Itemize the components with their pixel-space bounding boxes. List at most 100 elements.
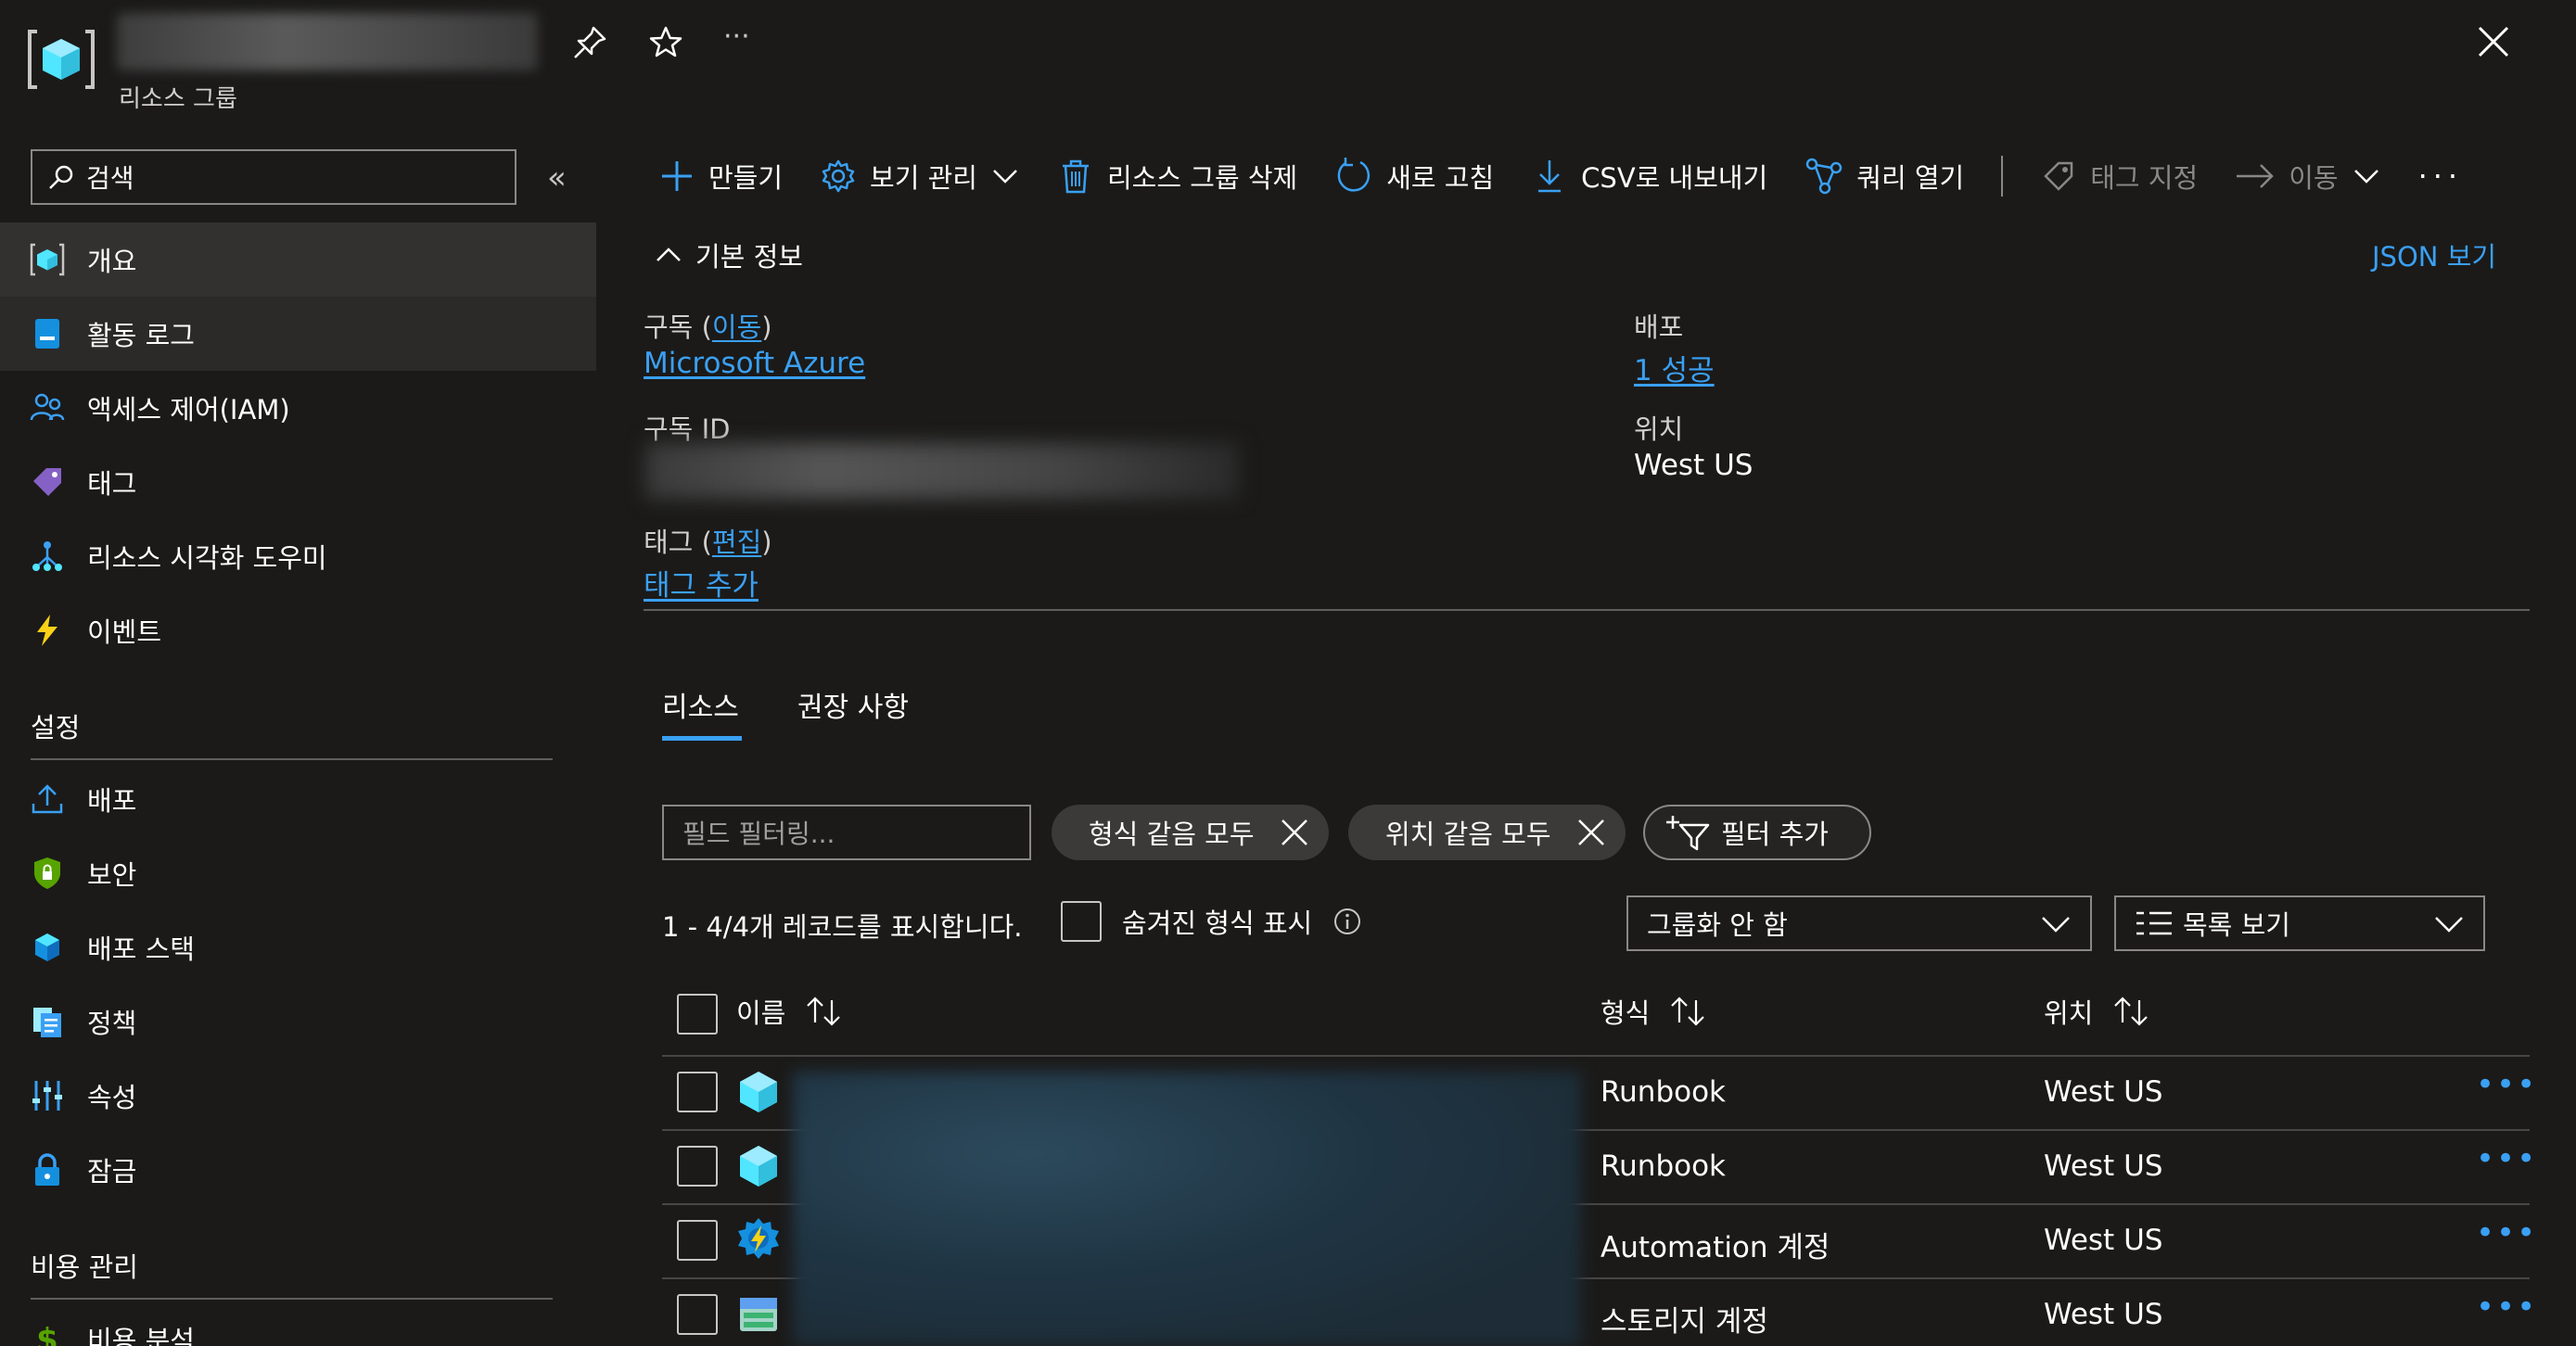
sidebar-item-properties[interactable]: 속성 — [0, 1059, 596, 1133]
create-button[interactable]: 만들기 — [658, 157, 783, 196]
pin-icon[interactable] — [571, 24, 608, 61]
sidebar-item-overview[interactable]: 개요 — [0, 222, 596, 297]
subscription-link[interactable]: Microsoft Azure — [644, 347, 865, 380]
show-hidden-types-toggle[interactable]: 숨겨진 형식 표시 — [1061, 901, 1362, 942]
sidebar-item-locks[interactable]: 잠금 — [0, 1133, 596, 1207]
subscription-label: 구독 (이동) — [644, 311, 772, 343]
close-icon[interactable] — [1279, 817, 1310, 848]
row-checkbox[interactable] — [677, 1294, 718, 1335]
row-location: West US — [2044, 1075, 2163, 1109]
row-location: West US — [2044, 1298, 2163, 1331]
refresh-button[interactable]: 새로 고침 — [1334, 157, 1494, 196]
toolbar-more-icon[interactable]: ··· — [2418, 159, 2464, 194]
command-bar: 만들기 보기 관리 리소스 그룹 삭제 새로 고침 CSV로 내보내기 쿼리 열… — [658, 148, 2463, 204]
sidebar-item-tags[interactable]: 태그 — [0, 445, 596, 519]
refresh-icon — [1334, 157, 1373, 196]
row-location: West US — [2044, 1224, 2163, 1257]
subscription-id-label: 구독 ID — [644, 413, 731, 445]
row-more-icon[interactable]: ••• — [2476, 1140, 2537, 1177]
svg-text:$: $ — [36, 1322, 58, 1346]
column-header-location[interactable]: 위치 — [2044, 992, 2152, 1031]
column-header-name[interactable]: 이름 — [736, 992, 845, 1031]
show-hidden-checkbox[interactable] — [1061, 901, 1102, 942]
lightning-icon — [30, 613, 65, 648]
add-filter-button[interactable]: 필터 추가 — [1643, 805, 1871, 860]
toolbar-separator — [2001, 156, 2004, 197]
tags-edit-link[interactable]: 편집 — [712, 527, 761, 558]
chevron-down-icon — [2040, 908, 2072, 939]
section-cost-management-title: 비용 관리 — [31, 1251, 138, 1283]
select-all-checkbox[interactable] — [677, 994, 718, 1035]
divider — [31, 1298, 553, 1300]
sidebar-item-deployment-stacks[interactable]: 배포 스택 — [0, 910, 596, 984]
automation-account-icon — [736, 1216, 781, 1261]
row-checkbox[interactable] — [677, 1220, 718, 1261]
runbook-icon — [738, 1070, 779, 1114]
row-type: Automation 계정 — [1600, 1231, 1830, 1264]
sidebar-item-cost-analysis[interactable]: $ 비용 분석 — [0, 1302, 596, 1346]
sidebar-item-events[interactable]: 이벤트 — [0, 593, 596, 667]
resource-names-redacted — [793, 1072, 1581, 1346]
manage-view-button[interactable]: 보기 관리 — [820, 157, 1020, 196]
divider — [31, 758, 553, 760]
tab-active-indicator — [662, 736, 742, 741]
deployment-link[interactable]: 1 성공 — [1634, 347, 1715, 388]
field-filter-input[interactable]: 필드 필터링... — [662, 805, 1031, 860]
sidebar-item-deployments[interactable]: 배포 — [0, 762, 596, 836]
type-filter-pill[interactable]: 형식 같음 모두 — [1052, 805, 1329, 860]
collapse-sidebar-icon[interactable]: « — [547, 159, 567, 197]
chevron-down-icon — [2352, 161, 2381, 191]
export-csv-button[interactable]: CSV로 내보내기 — [1531, 157, 1767, 196]
add-tag-link[interactable]: 태그 추가 — [644, 562, 759, 603]
sort-icon[interactable] — [804, 995, 845, 1028]
sidebar-item-resource-visualizer[interactable]: 리소스 시각화 도우미 — [0, 519, 596, 593]
tag-outline-icon — [2040, 158, 2077, 195]
sidebar-search-input[interactable]: 검색 — [31, 149, 516, 205]
view-mode-dropdown[interactable]: 목록 보기 — [2114, 895, 2485, 951]
policy-document-icon — [30, 1004, 65, 1039]
close-icon[interactable] — [2474, 22, 2513, 61]
assign-tags-button[interactable]: 태그 지정 — [2040, 157, 2198, 196]
move-button[interactable]: 이동 — [2235, 157, 2380, 196]
tab-recommendations[interactable]: 권장 사항 — [797, 684, 909, 725]
shield-lock-icon — [30, 856, 65, 891]
overview-icon — [30, 242, 65, 277]
row-more-icon[interactable]: ••• — [2476, 1289, 2537, 1326]
gear-icon — [820, 158, 857, 195]
row-checkbox[interactable] — [677, 1072, 718, 1112]
column-header-type[interactable]: 형식 — [1600, 992, 1709, 1031]
dollar-icon: $ — [30, 1321, 65, 1346]
json-view-link[interactable]: JSON 보기 — [2372, 235, 2496, 274]
chevron-up-icon — [655, 241, 682, 269]
query-graph-icon — [1804, 157, 1843, 196]
info-icon[interactable] — [1333, 907, 1362, 936]
row-more-icon[interactable]: ••• — [2476, 1214, 2537, 1251]
arrow-right-icon — [2235, 158, 2276, 195]
deployment-label: 배포 — [1634, 311, 1684, 343]
close-icon[interactable] — [1575, 817, 1607, 848]
sort-icon[interactable] — [2111, 995, 2152, 1028]
row-more-icon[interactable]: ••• — [2476, 1066, 2537, 1103]
sidebar-item-access-control[interactable]: 액세스 제어(IAM) — [0, 371, 596, 445]
sidebar-item-policies[interactable]: 정책 — [0, 984, 596, 1059]
location-value: West US — [1634, 449, 1753, 482]
page-subtitle: 리소스 그룹 — [119, 85, 237, 113]
sort-icon[interactable] — [1668, 995, 1709, 1028]
group-by-dropdown[interactable]: 그룹화 안 함 — [1626, 895, 2092, 951]
delete-resource-group-button[interactable]: 리소스 그룹 삭제 — [1057, 157, 1297, 196]
section-settings-title: 설정 — [31, 712, 81, 743]
sidebar-item-activity-log[interactable]: 활동 로그 — [0, 297, 596, 371]
chevron-down-icon — [990, 161, 1020, 191]
subscription-move-link[interactable]: 이동 — [712, 311, 761, 343]
tab-resources[interactable]: 리소스 — [662, 684, 739, 725]
row-checkbox[interactable] — [677, 1146, 718, 1187]
location-filter-pill[interactable]: 위치 같음 모두 — [1348, 805, 1626, 860]
open-query-button[interactable]: 쿼리 열기 — [1804, 157, 1964, 196]
essentials-toggle[interactable]: 기본 정보 — [655, 235, 803, 274]
favorite-star-icon[interactable] — [647, 24, 684, 61]
more-options-icon[interactable]: ··· — [723, 20, 750, 53]
resource-group-icon — [28, 28, 95, 91]
tags-label: 태그 (편집) — [644, 527, 772, 558]
sidebar-item-security[interactable]: 보안 — [0, 836, 596, 910]
location-label: 위치 — [1634, 413, 1684, 445]
